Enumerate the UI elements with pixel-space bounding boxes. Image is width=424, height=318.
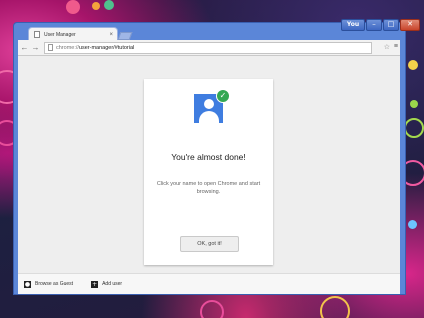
add-user-label: Add user xyxy=(102,281,123,287)
card-title: You're almost done! xyxy=(171,152,246,162)
url-path: user-manager/#tutorial xyxy=(78,44,135,51)
check-icon: ✓ xyxy=(216,89,230,103)
maximize-icon[interactable]: □ xyxy=(383,19,399,31)
person-icon: ● xyxy=(24,280,31,288)
browser-window: User Manager × ← → chrome:// user-manage… xyxy=(13,22,406,295)
url-scheme: chrome:// xyxy=(56,44,79,51)
guest-label: Browse as Guest xyxy=(35,281,74,287)
minimize-icon[interactable]: – xyxy=(366,19,382,31)
wallpaper-dot xyxy=(408,220,417,229)
address-bar[interactable]: chrome:// user-manager/#tutorial xyxy=(44,41,372,54)
plus-icon: + xyxy=(91,280,99,288)
page-icon xyxy=(48,44,53,51)
browse-as-guest-button[interactable]: ● Browse as Guest xyxy=(24,280,74,288)
bookmark-star-icon[interactable]: ☆ xyxy=(384,43,390,51)
profile-button[interactable]: You xyxy=(341,19,365,31)
back-icon[interactable]: ← xyxy=(20,43,29,52)
new-tab-button[interactable] xyxy=(117,32,133,40)
add-user-button[interactable]: + Add user xyxy=(91,280,123,288)
wallpaper-dot xyxy=(92,2,100,10)
ok-button[interactable]: OK, got it! xyxy=(180,236,239,252)
forward-icon[interactable]: → xyxy=(31,43,40,52)
wallpaper-dot xyxy=(408,60,418,70)
wallpaper-ring xyxy=(320,296,350,318)
wallpaper-ring xyxy=(404,118,424,138)
page-icon xyxy=(34,31,40,38)
wallpaper-dot xyxy=(104,0,114,10)
avatar-body xyxy=(199,111,219,123)
tab-close-icon[interactable]: × xyxy=(109,32,113,38)
tab-user-manager[interactable]: User Manager × xyxy=(28,27,118,41)
page-content: ✓ You're almost done! Click your name to… xyxy=(18,56,400,294)
toolbar: ← → chrome:// user-manager/#tutorial ☆ ≡ xyxy=(18,40,400,56)
close-icon[interactable]: ✕ xyxy=(400,19,420,31)
footer-bar: ● Browse as Guest + Add user xyxy=(18,273,400,294)
tutorial-card: ✓ You're almost done! Click your name to… xyxy=(144,79,273,265)
wallpaper-dot xyxy=(66,0,80,14)
menu-icon[interactable]: ≡ xyxy=(394,43,398,50)
tab-title: User Manager xyxy=(44,31,76,38)
wallpaper-dot xyxy=(410,100,418,108)
window-controls: You – □ ✕ xyxy=(341,19,420,31)
avatar-head xyxy=(204,99,214,109)
wallpaper-ring xyxy=(200,300,224,318)
card-description: Click your name to open Chrome and start… xyxy=(156,181,261,195)
